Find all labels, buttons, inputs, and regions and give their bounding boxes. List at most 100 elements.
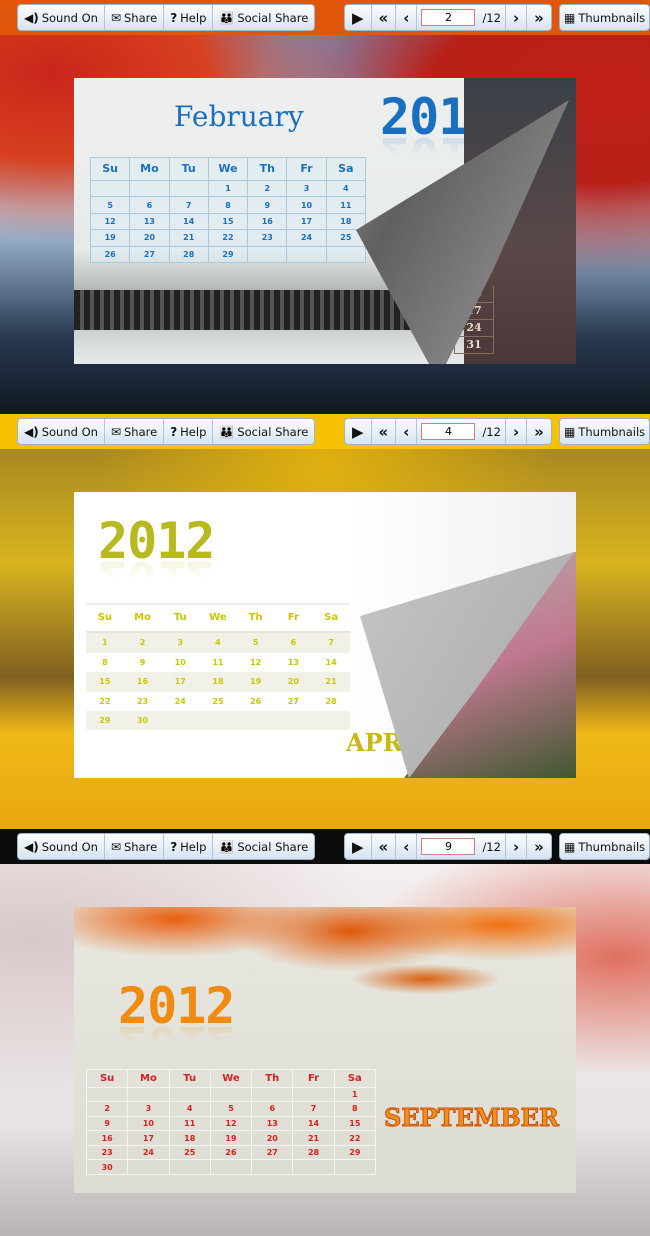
day-cell: 11	[325, 196, 367, 214]
day-cell: 26	[250, 696, 262, 706]
page-number-input[interactable]	[421, 9, 476, 26]
weekday-label: Su	[86, 603, 124, 633]
day-cell: 22	[207, 229, 249, 247]
page-number-input[interactable]	[421, 838, 476, 855]
page-number-box: /12	[417, 834, 506, 859]
day-cell	[168, 179, 209, 198]
help-button[interactable]: ? Help	[164, 5, 214, 30]
day-cell: 22	[333, 1130, 377, 1146]
week-row: 12 13 14 15 16 17 18	[89, 212, 367, 231]
day-cell: 17	[127, 1130, 170, 1146]
weekday-label: Tu	[161, 603, 200, 633]
thumbnails-group: ▦ Thumbnails	[559, 4, 650, 31]
day-cell: 14	[292, 1115, 335, 1132]
day-cell: 14	[168, 212, 209, 231]
day-cell: 15	[207, 212, 249, 231]
day-cell: 28	[325, 696, 337, 706]
social-share-button[interactable]: 👪 Social Share	[213, 5, 314, 30]
week-row: 19 20 21 22 23 24 25	[89, 229, 367, 247]
day-cell: 25	[212, 696, 224, 706]
day-cell	[325, 245, 367, 264]
weekday-label: Su	[85, 1069, 129, 1088]
share-button[interactable]: ✉ Share	[105, 834, 165, 859]
day-cell	[129, 179, 170, 198]
speaker-icon: ◀)	[24, 839, 39, 854]
social-share-button-label: Social Share	[237, 424, 309, 439]
people-icon: 👪	[219, 839, 235, 854]
next-page-button[interactable]: ›	[506, 5, 528, 30]
sound-on-button[interactable]: ◀) Sound On	[18, 834, 105, 859]
day-cell: 18	[168, 1130, 211, 1146]
day-cell: 22	[99, 696, 111, 706]
day-cell	[127, 1086, 170, 1103]
year-heading: 2012	[118, 977, 235, 1035]
last-page-button[interactable]: »	[527, 834, 551, 859]
next-page-button[interactable]: ›	[506, 419, 528, 444]
last-page-button[interactable]: »	[527, 419, 551, 444]
week-row: 30	[85, 1159, 377, 1175]
first-page-button[interactable]: «	[372, 419, 397, 444]
share-button[interactable]: ✉ Share	[105, 5, 165, 30]
previous-page-icon: ‹	[403, 8, 410, 27]
sound-on-button[interactable]: ◀) Sound On	[18, 5, 105, 30]
thumbnails-button[interactable]: ▦ Thumbnails	[560, 834, 649, 859]
day-cell: 16	[85, 1130, 129, 1146]
day-cell: 4	[199, 631, 237, 654]
day-cell: 29	[333, 1144, 377, 1161]
next-page-icon: ›	[512, 837, 520, 856]
day-cell: 1	[207, 179, 249, 198]
last-page-button[interactable]: »	[527, 5, 551, 30]
page-number-input[interactable]	[421, 423, 476, 440]
day-cell: 19	[236, 672, 275, 692]
day-cell: 28	[292, 1144, 335, 1161]
day-cell: 26	[89, 245, 131, 264]
calendar-grid: Su Mo Tu We Th Fr Sa 1 2 3 4 5 6 7 8 9 10 11 12 13 14 15 16 17 1…	[89, 157, 367, 264]
social-share-button[interactable]: 👪 Social Share	[213, 419, 314, 444]
day-cell: 27	[287, 696, 299, 706]
first-page-icon: «	[378, 422, 389, 441]
envelope-icon: ✉	[110, 839, 121, 854]
calendar-page[interactable]: 2012SEPTEMBERSuMoTuWeThFrSa1234567891011…	[74, 907, 576, 1193]
day-cell: 24	[127, 1144, 170, 1161]
weekday-label: Mo	[127, 1069, 170, 1088]
first-page-button[interactable]: «	[372, 5, 397, 30]
envelope-icon: ✉	[110, 10, 121, 25]
day-cell: 5	[236, 631, 275, 654]
day-cell	[292, 1159, 335, 1175]
day-cell: 12	[89, 212, 131, 231]
question-icon: ?	[170, 424, 178, 439]
help-button[interactable]: ? Help	[164, 419, 214, 444]
previous-page-button[interactable]: ‹	[396, 5, 418, 30]
sound-on-button-label: Sound On	[41, 839, 98, 854]
calendar-page[interactable]: 2012APRSuMoTuWeThFrSa1234567891011121314…	[74, 492, 576, 778]
autoplay-button[interactable]: ▶	[345, 834, 372, 859]
last-page-icon: »	[534, 8, 544, 27]
calendar-grid: Su Mo Tu We Th Fr Sa 1 2 3 4 5 6 7 8 9 10 11 12 13 14 15 16 17 1…	[86, 603, 350, 730]
autoplay-button[interactable]: ▶	[345, 5, 372, 30]
weekday-label: Sa	[325, 157, 367, 181]
last-page-icon: »	[534, 837, 544, 856]
share-button[interactable]: ✉ Share	[105, 419, 165, 444]
flipbook-viewer: ◀)Sound On✉Share?Help👪Social Share▶«‹/12…	[0, 0, 650, 414]
weekday-label: Sa	[312, 603, 350, 633]
weekday-label: Tu	[168, 157, 209, 181]
thumbnails-button[interactable]: ▦ Thumbnails	[560, 5, 649, 30]
day-cell: 26	[209, 1144, 253, 1161]
autoplay-button[interactable]: ▶	[345, 419, 372, 444]
calendar-page[interactable]: 2012FebruarySuMoTuWeThFrSa12345678910111…	[74, 78, 576, 364]
first-page-button[interactable]: «	[372, 834, 397, 859]
sound-on-button[interactable]: ◀) Sound On	[18, 419, 105, 444]
question-icon: ?	[170, 839, 178, 854]
day-cell: 8	[102, 658, 108, 668]
grid-icon: ▦	[564, 10, 576, 25]
day-cell: 5	[89, 196, 131, 214]
toolbar: ◀)Sound On✉Share?Help👪Social Share▶«‹/12…	[0, 829, 650, 864]
thumbnails-button[interactable]: ▦ Thumbnails	[560, 419, 649, 444]
question-icon: ?	[170, 10, 178, 25]
day-cell: 20	[274, 672, 313, 692]
previous-page-button[interactable]: ‹	[396, 419, 418, 444]
previous-page-button[interactable]: ‹	[396, 834, 418, 859]
help-button[interactable]: ? Help	[164, 834, 214, 859]
next-page-button[interactable]: ›	[506, 834, 528, 859]
social-share-button[interactable]: 👪 Social Share	[213, 834, 314, 859]
